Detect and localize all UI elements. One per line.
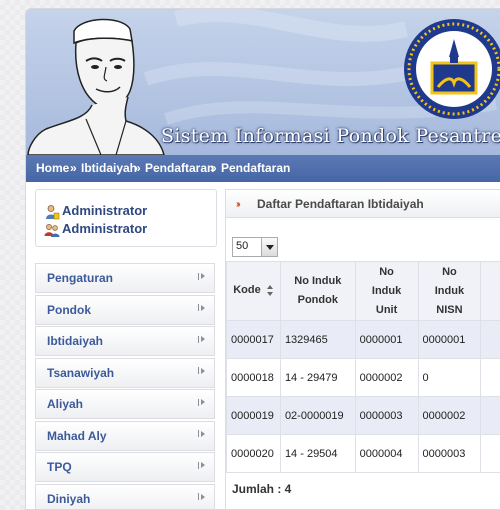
registration-panel: ›› Daftar Pendaftaran Ibtidaiyah 50 Kode… [225, 189, 500, 510]
column-header-label: Pondok [298, 294, 338, 306]
column-header-label: No [442, 266, 457, 278]
cell-no-induk-pondok: 02-0000019 [280, 397, 355, 435]
breadcrumb-home[interactable]: Home [36, 161, 69, 175]
cell-kode: 0000018 [227, 359, 281, 397]
user-name: Administrator [62, 203, 147, 218]
expand-arrow-icon [201, 336, 205, 342]
page-size-value: 50 [236, 240, 248, 252]
user-icon [44, 204, 60, 220]
panel-header: ›› Daftar Pendaftaran Ibtidaiyah [226, 190, 500, 218]
breadcrumb-current: Pendaftaran [221, 161, 290, 175]
registration-table: Kode No IndukPondok NoIndukUnit NoIndukN… [226, 261, 500, 473]
table-header-row: Kode No IndukPondok NoIndukUnit NoIndukN… [227, 262, 500, 321]
column-header-kode[interactable]: Kode [227, 262, 281, 321]
user-info-box: Administrator Administrator [35, 189, 217, 247]
expand-arrow-icon [201, 431, 205, 437]
sidebar-item-tpq[interactable]: TPQ [35, 452, 215, 482]
table-row[interactable]: 0000020 14 - 29504 0000004 0000003 [227, 435, 500, 473]
sidebar-item-label: Ibtidaiyah [47, 334, 103, 348]
dropdown-arrow-icon[interactable] [261, 238, 277, 256]
column-header-label: No [379, 266, 394, 278]
sidebar-item-pondok[interactable]: Pondok [35, 295, 215, 325]
column-header-no-induk-unit[interactable]: No Induk Unit [355, 262, 418, 321]
sidebar-item-diniyah[interactable]: Diniyah [35, 484, 215, 510]
expand-arrow-icon [201, 494, 205, 500]
site-title: Sistem Informasi Pondok Pesantren A [161, 125, 500, 147]
user-role: Administrator [62, 221, 147, 236]
app-frame: Sistem Informasi Pondok Pesantren A Home… [25, 8, 500, 510]
mascot-illustration [26, 9, 166, 155]
column-header-no-induk-pondok[interactable]: No Induk Pondok [280, 262, 355, 321]
sidebar-item-tsanawiyah[interactable]: Tsanawiyah [35, 358, 215, 388]
sidebar-item-ibtidaiyah[interactable]: Ibtidaiyah [35, 326, 215, 356]
breadcrumb-separator: » [210, 161, 217, 175]
cell-extra [481, 359, 500, 397]
breadcrumb: Home » Ibtidaiyah » Pendaftaran » Pendaf… [26, 155, 500, 182]
sidebar-item-mahad-aly[interactable]: Mahad Aly [35, 421, 215, 451]
user-role-row[interactable]: Administrator [44, 221, 147, 239]
sidebar-item-label: Diniyah [47, 492, 90, 506]
column-header-label: Kode [233, 284, 261, 296]
expand-arrow-icon [201, 462, 205, 468]
cell-kode: 0000020 [227, 435, 281, 473]
sidebar-item-label: Aliyah [47, 397, 83, 411]
column-header-no-induk-nisn[interactable]: No Induk NISN [418, 262, 481, 321]
sidebar-item-label: TPQ [47, 460, 72, 474]
sidebar-item-label: Mahad Aly [47, 429, 107, 443]
table-row[interactable]: 0000018 14 - 29479 0000002 0 [227, 359, 500, 397]
cell-no-induk-unit: 0000002 [355, 359, 418, 397]
sidebar-menu: Pengaturan Pondok Ibtidaiyah Tsanawiyah … [35, 263, 215, 510]
breadcrumb-separator: » [134, 161, 141, 175]
header-banner: Sistem Informasi Pondok Pesantren A [26, 9, 500, 155]
sidebar-item-pengaturan[interactable]: Pengaturan [35, 263, 215, 293]
column-header-label: Unit [376, 304, 397, 316]
cell-no-induk-nisn: 0 [418, 359, 481, 397]
table-row[interactable]: 0000019 02-0000019 0000003 0000002 [227, 397, 500, 435]
expand-arrow-icon [201, 399, 205, 405]
cell-no-induk-pondok: 14 - 29479 [280, 359, 355, 397]
double-chevron-icon: ›› [236, 199, 239, 210]
table-row[interactable]: 0000017 1329465 0000001 0000001 [227, 321, 500, 359]
sidebar-item-label: Pondok [47, 303, 91, 317]
expand-arrow-icon [201, 305, 205, 311]
cell-no-induk-unit: 0000003 [355, 397, 418, 435]
cell-no-induk-unit: 0000001 [355, 321, 418, 359]
expand-arrow-icon [201, 368, 205, 374]
cell-extra [481, 397, 500, 435]
breadcrumb-separator: » [70, 161, 77, 175]
row-total: Jumlah : 4 [232, 482, 291, 496]
cell-no-induk-nisn: 0000002 [418, 397, 481, 435]
column-header-label: Induk [435, 285, 464, 297]
sidebar-item-aliyah[interactable]: Aliyah [35, 389, 215, 419]
user-row[interactable]: Administrator [44, 203, 147, 221]
cell-no-induk-pondok: 1329465 [280, 321, 355, 359]
column-header-label: No Induk [294, 275, 341, 287]
cell-kode: 0000017 [227, 321, 281, 359]
page-size-select[interactable]: 50 [232, 237, 278, 257]
panel-title: Daftar Pendaftaran Ibtidaiyah [257, 197, 424, 211]
sidebar-item-label: Pengaturan [47, 271, 113, 285]
breadcrumb-ibtidaiyah[interactable]: Ibtidaiyah [81, 161, 137, 175]
sidebar-item-label: Tsanawiyah [47, 366, 114, 380]
cell-extra [481, 321, 500, 359]
cell-no-induk-pondok: 14 - 29504 [280, 435, 355, 473]
cell-no-induk-nisn: 0000001 [418, 321, 481, 359]
cell-no-induk-nisn: 0000003 [418, 435, 481, 473]
pesantren-logo-icon [402, 17, 500, 121]
sort-icon[interactable] [267, 285, 274, 296]
cell-kode: 0000019 [227, 397, 281, 435]
users-icon [44, 222, 60, 238]
column-header-label: Induk [372, 285, 401, 297]
cell-no-induk-unit: 0000004 [355, 435, 418, 473]
column-header-more[interactable] [481, 262, 500, 321]
cell-extra [481, 435, 500, 473]
breadcrumb-pendaftaran[interactable]: Pendaftaran [145, 161, 214, 175]
column-header-label: NISN [436, 304, 462, 316]
expand-arrow-icon [201, 273, 205, 279]
